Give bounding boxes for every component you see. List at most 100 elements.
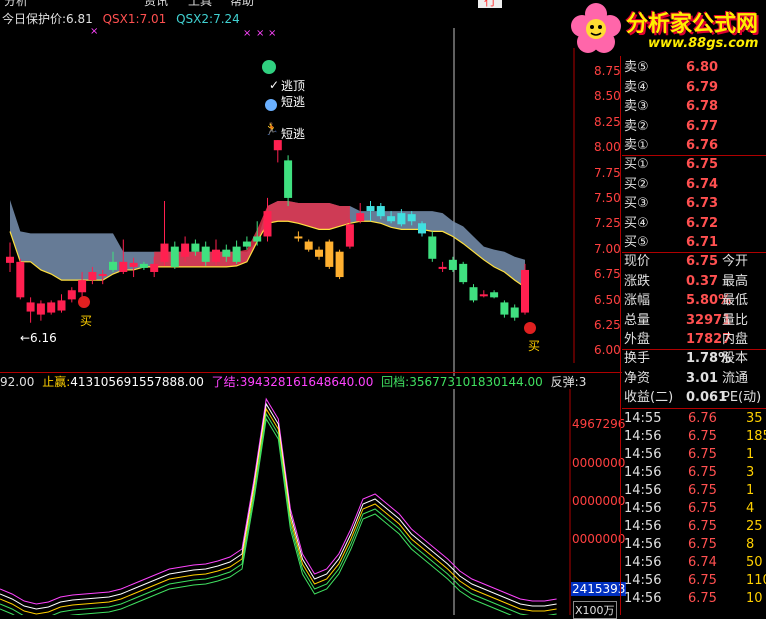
candle-body	[459, 263, 468, 283]
candle-body	[387, 216, 396, 222]
candle-body	[407, 214, 416, 222]
tick-volume: 50	[746, 555, 763, 570]
tick-price: 6.76	[688, 411, 717, 426]
candle-body	[469, 287, 478, 301]
indicator-axis-label-1: 4967296	[572, 417, 626, 431]
buy-label-1: 买	[80, 314, 93, 328]
level-price: 6.78	[686, 99, 719, 114]
candle-body	[479, 294, 488, 297]
down-arrow-green-icon	[262, 60, 276, 74]
level-price: 6.80	[686, 60, 719, 75]
candlestick-chart[interactable]: × × × ×	[0, 8, 622, 376]
menu-item-tools[interactable]: 工具	[188, 0, 212, 8]
bounce-label: 反弹:	[550, 375, 579, 389]
stat-extra: 内盘	[722, 332, 749, 347]
level-name: 买④	[624, 215, 649, 231]
tick-time: 14:56	[624, 555, 662, 570]
level-name: 买③	[624, 196, 649, 211]
candle-body	[119, 261, 128, 272]
checkmark-icon: ✓	[269, 78, 280, 92]
price-axis-tick: 7.00	[594, 241, 621, 256]
candle-body	[139, 263, 148, 268]
candle-body	[47, 302, 56, 313]
buy-ball-icon-2	[524, 322, 536, 334]
candle-body	[376, 206, 385, 217]
price-axis-tick: 7.75	[594, 165, 621, 180]
buy-label-2: 买	[528, 339, 541, 353]
menu-item-analysis[interactable]: 分析	[4, 0, 28, 8]
ball-icon	[265, 99, 277, 111]
candle-body	[521, 269, 529, 313]
runner-icon: 🏃	[264, 122, 279, 136]
stat-value: 0.37	[686, 273, 719, 289]
indicator-unit: X100万	[573, 601, 617, 619]
price-axis-tick: 6.25	[594, 318, 621, 332]
indicator-prefix: 92.00	[0, 375, 35, 389]
candle-body	[397, 213, 406, 225]
tick-time: 14:56	[624, 537, 662, 552]
candle-body	[212, 249, 220, 262]
tick-volume: 1	[746, 483, 755, 498]
candle-body	[98, 274, 107, 277]
price-axis-tick: 8.50	[594, 89, 621, 104]
candle-body	[345, 224, 354, 247]
price-axis-tick: 8.25	[594, 114, 621, 129]
tick-time: 14:56	[624, 465, 662, 480]
stop-label: 止赢:	[42, 375, 71, 389]
quote-divider-4	[622, 408, 766, 409]
svg-text:×: ×	[90, 26, 98, 37]
candle-body	[242, 241, 251, 247]
tick-volume: 25	[746, 519, 763, 534]
level-price: 6.77	[686, 118, 719, 134]
indicator-line	[0, 417, 512, 615]
candle-body	[335, 251, 344, 278]
level-name: 买①	[624, 157, 649, 172]
price-axis-tick: 6.50	[594, 292, 621, 307]
tick-time: 14:56	[624, 501, 662, 516]
level-price: 6.74	[686, 176, 719, 192]
low-price-marker: ←6.16	[20, 331, 57, 345]
stat-extra: 最低	[722, 293, 749, 308]
candle-body	[232, 246, 241, 262]
tick-time: 14:56	[624, 447, 662, 462]
level-price: 6.79	[686, 79, 719, 95]
tick-time: 14:56	[624, 429, 662, 444]
candle-body	[181, 243, 190, 257]
stop-value: 413105691557888.00	[70, 375, 204, 389]
stat-extra: PE(动)	[722, 390, 762, 405]
candle-body	[78, 280, 87, 293]
menu-item-news[interactable]: 资讯	[144, 0, 168, 8]
candle-body	[448, 259, 457, 270]
indicator-readout: 2415393	[571, 582, 627, 596]
menu-tab-quote[interactable]: 行	[478, 0, 503, 8]
candle-body	[304, 241, 313, 250]
price-axis-tick: 6.75	[594, 267, 621, 282]
tick-price: 6.75	[688, 501, 717, 516]
pink-markers: × × × ×	[90, 26, 276, 39]
candle-body	[160, 243, 169, 262]
candle-body	[356, 213, 365, 222]
indicator-header: 92.00 止赢:413105691557888.00 了结:394328161…	[0, 372, 622, 389]
stat-name: 净资	[624, 370, 651, 386]
svg-text:×: ×	[243, 28, 251, 39]
stat-name: 涨跌	[624, 273, 651, 289]
price-axis-tick: 8.00	[594, 140, 621, 155]
short-escape-label-1: 短逃	[281, 95, 306, 109]
indicator-axis-label-4: 0000000	[572, 532, 626, 546]
menu-item-help[interactable]: 帮助	[230, 0, 254, 8]
tick-volume: 185	[746, 429, 766, 444]
pullback-value: 356773101830144.00	[409, 375, 543, 389]
candle-body	[428, 236, 437, 259]
tick-price: 6.75	[688, 429, 717, 444]
indicator-axis-label-3: 0000000	[572, 494, 626, 508]
stat-name: 总量	[624, 312, 651, 328]
stat-name: 收益(二)	[624, 390, 674, 405]
level-name: 买②	[624, 176, 649, 192]
candle-body	[129, 262, 138, 267]
escape-top-label: 逃顶	[281, 79, 306, 93]
indicator-chart[interactable]	[0, 389, 622, 615]
stat-value: 6.75	[686, 254, 719, 269]
stat-name: 现价	[624, 254, 651, 269]
bounce-value: 3	[578, 375, 587, 389]
tick-volume: 8	[746, 537, 755, 552]
